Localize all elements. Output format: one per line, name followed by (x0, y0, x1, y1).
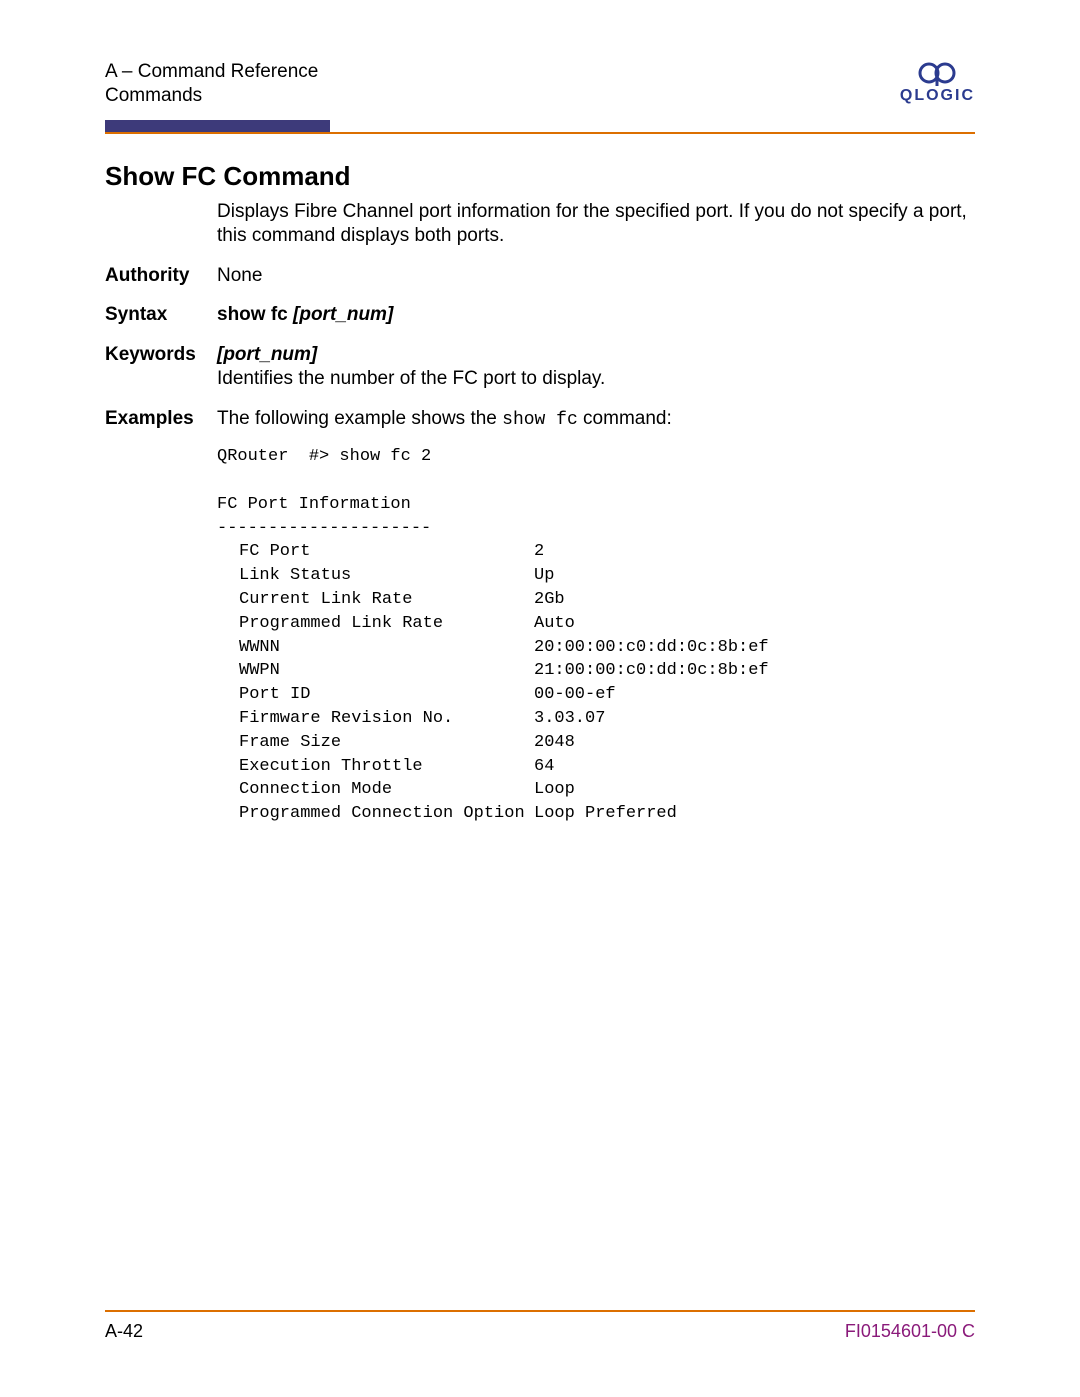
examples-line-cmd: show fc (502, 410, 578, 430)
examples-line-pre: The following example shows the (217, 408, 502, 429)
header-subsection: Commands (105, 84, 318, 108)
syntax-command: show fc (217, 304, 293, 325)
table-row: Port ID00-00-ef (217, 683, 975, 707)
examples-label: Examples (105, 407, 217, 826)
page-title: Show FC Command (105, 160, 975, 193)
syntax-label: Syntax (105, 303, 217, 327)
table-row: Execution Throttle64 (217, 755, 975, 779)
table-row: Programmed Link RateAuto (217, 612, 975, 636)
example-output: FC Port Information --------------------… (217, 493, 975, 826)
logo-text: QLOGIC (900, 86, 975, 106)
keyword-desc: Identifies the number of the FC port to … (217, 367, 975, 391)
example-block-rule: --------------------- (217, 517, 975, 541)
table-row: FC Port2 (217, 540, 975, 564)
keywords-label: Keywords (105, 343, 217, 391)
footer-rule (105, 1310, 975, 1312)
header-rule (105, 132, 975, 134)
header-section: A – Command Reference (105, 60, 318, 84)
syntax-arg: [port_num] (293, 304, 393, 325)
table-row: Firmware Revision No.3.03.07 (217, 707, 975, 731)
example-block-title: FC Port Information (217, 493, 975, 517)
table-row: Link StatusUp (217, 564, 975, 588)
qlogic-logo: QLOGIC (900, 60, 975, 106)
table-row: Connection ModeLoop (217, 778, 975, 802)
syntax-value: show fc [port_num] (217, 303, 975, 327)
table-row: Frame Size2048 (217, 731, 975, 755)
keyword-arg: [port_num] (217, 343, 975, 367)
example-prompt: QRouter #> show fc 2 (217, 445, 975, 469)
table-row: Programmed Connection OptionLoop Preferr… (217, 802, 975, 826)
authority-label: Authority (105, 264, 217, 288)
table-row: WWNN20:00:00:c0:dd:0c:8b:ef (217, 636, 975, 660)
authority-value: None (217, 264, 975, 288)
page-number: A-42 (105, 1320, 143, 1343)
intro-paragraph: Displays Fibre Channel port information … (217, 200, 975, 248)
document-number: FI0154601-00 C (845, 1320, 975, 1343)
table-row: WWPN21:00:00:c0:dd:0c:8b:ef (217, 659, 975, 683)
examples-line-post: command: (578, 408, 672, 429)
table-row: Current Link Rate2Gb (217, 588, 975, 612)
examples-line: The following example shows the show fc … (217, 407, 975, 432)
